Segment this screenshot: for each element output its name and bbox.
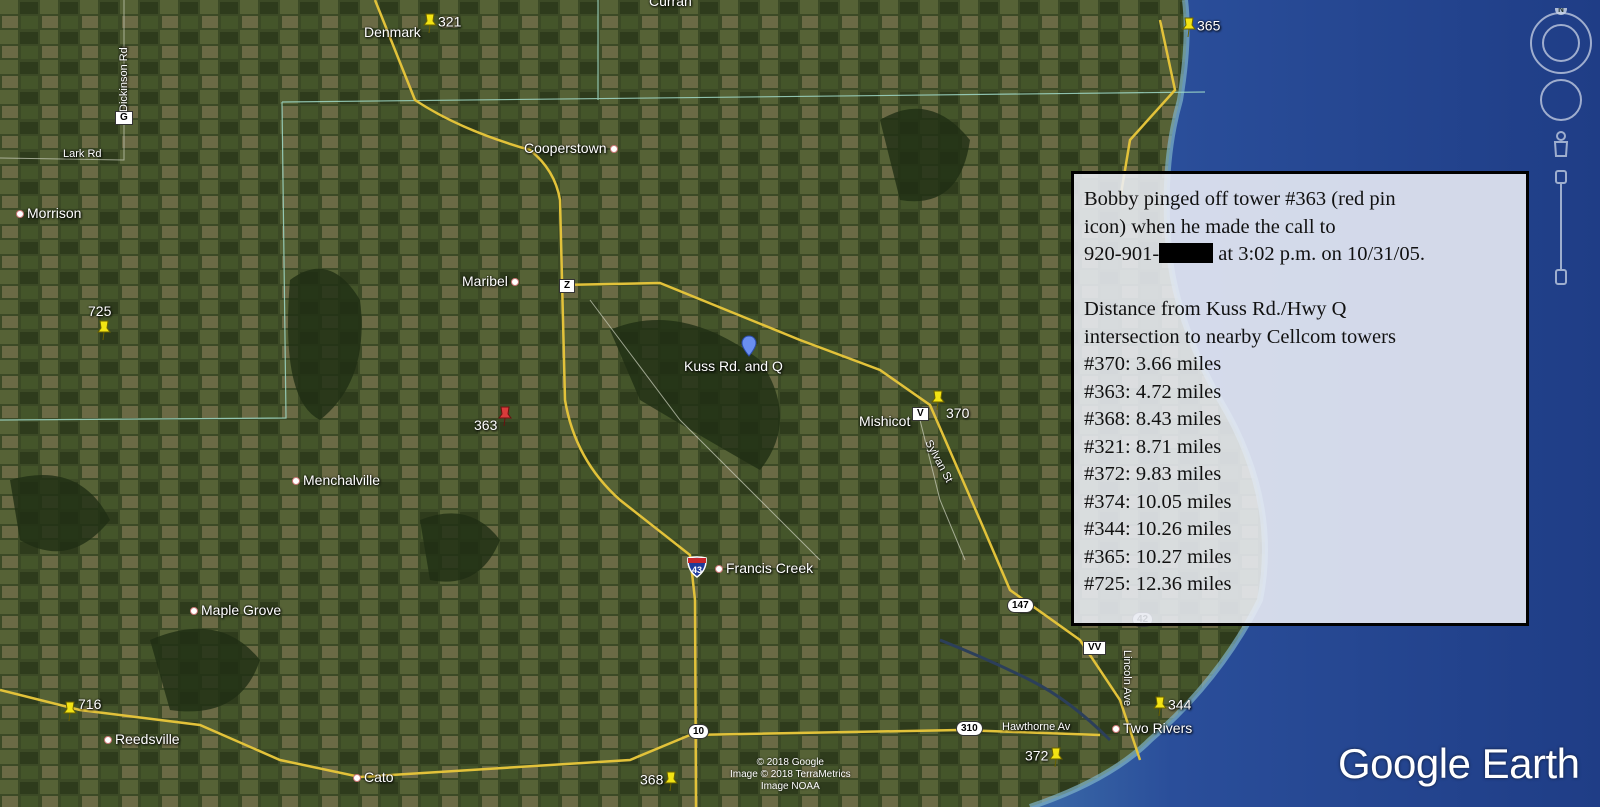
info-line-2: icon) when he made the call to: [1084, 215, 1336, 238]
distance-heading-1: Distance from Kuss Rd./Hwy Q: [1084, 298, 1347, 320]
yellow-pushpin-icon: [97, 320, 111, 341]
place-francis-creek: Francis Creek: [715, 560, 813, 576]
distance-item: #374: 10.05 miles: [1084, 490, 1232, 513]
distance-heading-2: intersection to nearby Cellcom towers: [1084, 325, 1396, 348]
road-shield-vv: VV: [1083, 641, 1107, 655]
tower-pin-372[interactable]: 372: [1025, 746, 1064, 768]
place-denmark: Denmark: [364, 24, 421, 40]
distance-item: #372: 9.83 miles: [1084, 463, 1222, 485]
distance-item: #344: 10.26 miles: [1084, 518, 1232, 540]
tower-pin-370[interactable]: 370: [930, 389, 969, 421]
tower-pin-725[interactable]: 725: [88, 303, 112, 341]
tower-pin-368[interactable]: 368: [640, 770, 679, 792]
place-morrison: Morrison: [16, 205, 81, 221]
google-earth-logo: Google Earth: [1338, 740, 1580, 787]
road-shield-147: 147: [1007, 598, 1034, 613]
zoom-slider[interactable]: [1555, 170, 1567, 285]
info-line-3: 920-901- at 3:02 p.m. on 10/31/05.: [1084, 243, 1425, 265]
road-label-lark-rd: Lark Rd: [63, 148, 102, 160]
compass-icon[interactable]: N: [1530, 3, 1592, 74]
place-kuss-rd-and-q: Kuss Rd. and Q: [684, 358, 783, 374]
tower-pin-363[interactable]: 363: [474, 405, 513, 433]
kuss-rd-marker-icon[interactable]: [741, 335, 757, 357]
red-pushpin-icon: [498, 406, 513, 427]
road-shield-310: 310: [956, 721, 983, 736]
place-maple-grove: Maple Grove: [190, 602, 281, 618]
place-mishicot: Mishicot: [859, 413, 911, 429]
navigation-controls: N: [1528, 3, 1594, 303]
info-line-1: Bobby pinged off tower #363 (red pin: [1084, 188, 1396, 210]
look-joystick-icon[interactable]: [1540, 79, 1582, 121]
place-curran: Curran: [649, 0, 692, 9]
distance-item: #368: 8.43 miles: [1084, 408, 1222, 430]
map-view[interactable]: Denmark Curran Cooperstown Morrison Mari…: [0, 0, 1600, 807]
place-cooperstown: Cooperstown: [524, 140, 621, 156]
road-shield-10: 10: [688, 724, 710, 739]
tower-pin-321[interactable]: 321: [422, 12, 461, 34]
svg-text:43: 43: [692, 565, 702, 575]
svg-text:N: N: [1558, 8, 1564, 14]
place-two-rivers: Two Rivers: [1112, 720, 1192, 736]
place-maribel: Maribel: [462, 273, 522, 289]
road-shield-g: G: [115, 111, 133, 125]
redacted-number: [1159, 243, 1214, 263]
place-cato: Cato: [353, 769, 394, 785]
yellow-pushpin-icon: [1153, 696, 1167, 717]
nav-controls-graphic: N: [1530, 3, 1592, 285]
tower-pin-365[interactable]: 365: [1181, 16, 1220, 38]
distance-item: #365: 10.27 miles: [1084, 545, 1232, 568]
road-label-dickinson-rd: Dickinson Rd: [118, 47, 130, 112]
distance-item: #321: 8.71 miles: [1084, 435, 1222, 458]
yellow-pushpin-icon: [664, 771, 679, 792]
interstate-43-shield-icon: 43: [687, 556, 707, 578]
tower-pin-344[interactable]: 344: [1152, 695, 1191, 717]
road-label-hawthorne-av: Hawthorne Av: [1002, 721, 1071, 733]
road-label-lincoln-ave: Lincoln Ave: [1121, 650, 1133, 707]
tower-pin-716[interactable]: 716: [62, 696, 101, 722]
tower-info-panel: Bobby pinged off tower #363 (red pin ico…: [1071, 171, 1529, 626]
road-shield-v: V: [912, 407, 929, 421]
yellow-pushpin-icon: [63, 701, 77, 722]
yellow-pushpin-icon: [1049, 747, 1064, 768]
place-reedsville: Reedsville: [104, 731, 180, 747]
yellow-pushpin-icon: [931, 390, 945, 411]
street-view-person-icon[interactable]: [1553, 131, 1569, 157]
yellow-pushpin-icon: [423, 13, 437, 34]
road-shield-z: Z: [559, 279, 576, 293]
distance-item: #725: 12.36 miles: [1084, 573, 1232, 595]
imagery-copyright: © 2018 Google Image © 2018 TerraMetrics …: [730, 757, 851, 792]
distance-item: #363: 4.72 miles: [1084, 380, 1222, 403]
yellow-pushpin-icon: [1182, 17, 1196, 38]
distance-item: #370: 3.66 miles: [1084, 353, 1222, 375]
place-menchalville: Menchalville: [292, 472, 380, 488]
